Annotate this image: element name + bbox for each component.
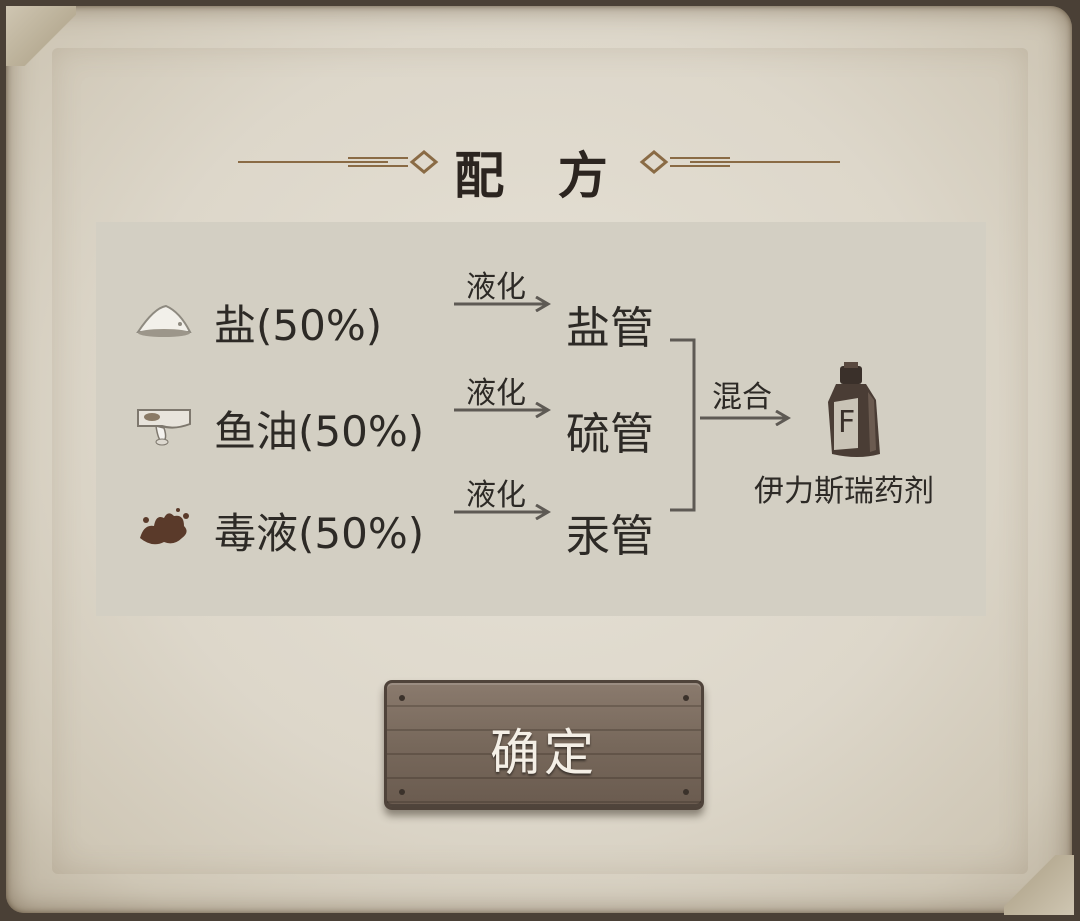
product-name: 汞管 xyxy=(566,511,654,562)
nail-icon xyxy=(683,789,689,795)
product-name: 盐管 xyxy=(566,303,654,354)
title-row: 配 方 xyxy=(0,128,1080,208)
process-arrow: 液化 xyxy=(454,368,554,428)
venom-splat-icon xyxy=(140,508,189,545)
ornament-right-icon xyxy=(639,150,840,174)
arrow-right-icon xyxy=(454,504,551,520)
page-title: 配 方 xyxy=(454,147,626,205)
confirm-button-label: 确定 xyxy=(490,724,598,782)
fish-oil-icon xyxy=(137,409,191,446)
process-arrow: 液化 xyxy=(454,470,554,530)
arrow-right-icon xyxy=(454,402,551,418)
arrow-right-icon xyxy=(454,296,551,312)
salt-pile-icon xyxy=(136,304,192,337)
potion-bottle-icon: F xyxy=(828,362,880,457)
svg-text:F: F xyxy=(838,405,855,440)
recipe-panel: 盐(50%) 液化 盐管 鱼油(50%) 液化 硫管 毒液(50%) 液化 汞管… xyxy=(96,222,986,616)
product-name: 硫管 xyxy=(566,409,654,460)
confirm-button[interactable]: 确定 xyxy=(384,680,704,810)
result-name: 伊力斯瑞药剂 xyxy=(754,474,934,509)
process-arrow: 液化 xyxy=(454,262,554,322)
ingredient-name: 鱼油(50%) xyxy=(214,407,425,456)
combine-bracket xyxy=(670,338,696,512)
nail-icon xyxy=(399,789,405,795)
ingredient-name: 毒液(50%) xyxy=(214,509,425,558)
arrow-right-icon xyxy=(700,410,791,426)
nail-icon xyxy=(683,695,689,701)
ingredient-row: 盐(50%) 液化 盐管 xyxy=(96,270,986,354)
ornament-left-icon xyxy=(238,150,439,174)
ingredient-name: 盐(50%) xyxy=(214,301,383,350)
nail-icon xyxy=(399,695,405,701)
